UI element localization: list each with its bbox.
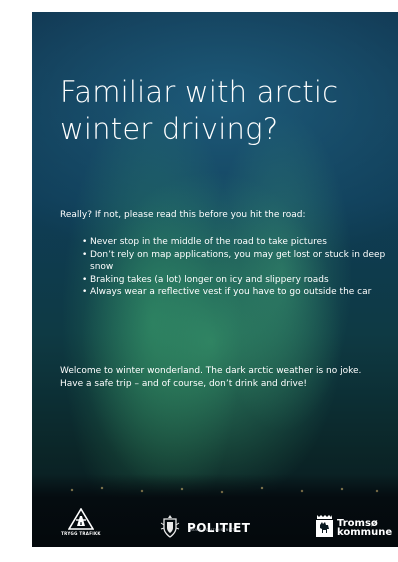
bullet-marker: • [82,249,88,260]
bullet-marker: • [82,237,88,247]
list-item: • Never stop in the middle of the road t… [82,236,398,249]
tips-list: • Never stop in the middle of the road t… [82,236,398,299]
politiet-subtitle: TROMS POLITIDISTRIKT [188,528,235,532]
trygg-trafikk-road-icon [68,508,94,530]
poster-title: Familiar with arctic winter driving? [60,75,339,146]
reindeer-crest-icon [315,514,334,542]
police-crest-icon [158,514,182,542]
poster: Familiar with arctic winter driving? Rea… [32,12,398,547]
list-item-text: Don’t rely on map applications, you may … [90,249,386,273]
trygg-trafikk-label: TRYGG TRAFIKK [61,531,101,536]
intro-text: Really? If not, please read this before … [60,210,306,220]
kommune-name: kommune [337,527,393,538]
list-item: • Always wear a reflective vest if you h… [82,286,398,299]
bullet-marker: • [82,274,88,285]
list-item: • Braking takes (a lot) longer on icy an… [82,274,398,287]
tromso-kommune-logo: Tromsø kommune [315,514,392,542]
list-item-text: Always wear a reflective vest if you hav… [90,287,372,298]
closing-text: Welcome to winter wonderland. The dark a… [60,366,362,389]
bullet-marker: • [82,287,88,298]
trygg-trafikk-logo: TRYGG TRAFIKK [58,508,104,536]
list-item-text: Braking takes (a lot) longer on icy and … [90,274,329,285]
politiet-logo: POLITIET TROMS POLITIDISTRIKT [158,514,250,542]
list-item: • Don’t rely on map applications, you ma… [82,249,398,274]
town-lights [32,482,398,498]
list-item-text: Never stop in the middle of the road to … [90,237,327,247]
tromso-kommune-wordmark: Tromsø kommune [337,518,393,538]
